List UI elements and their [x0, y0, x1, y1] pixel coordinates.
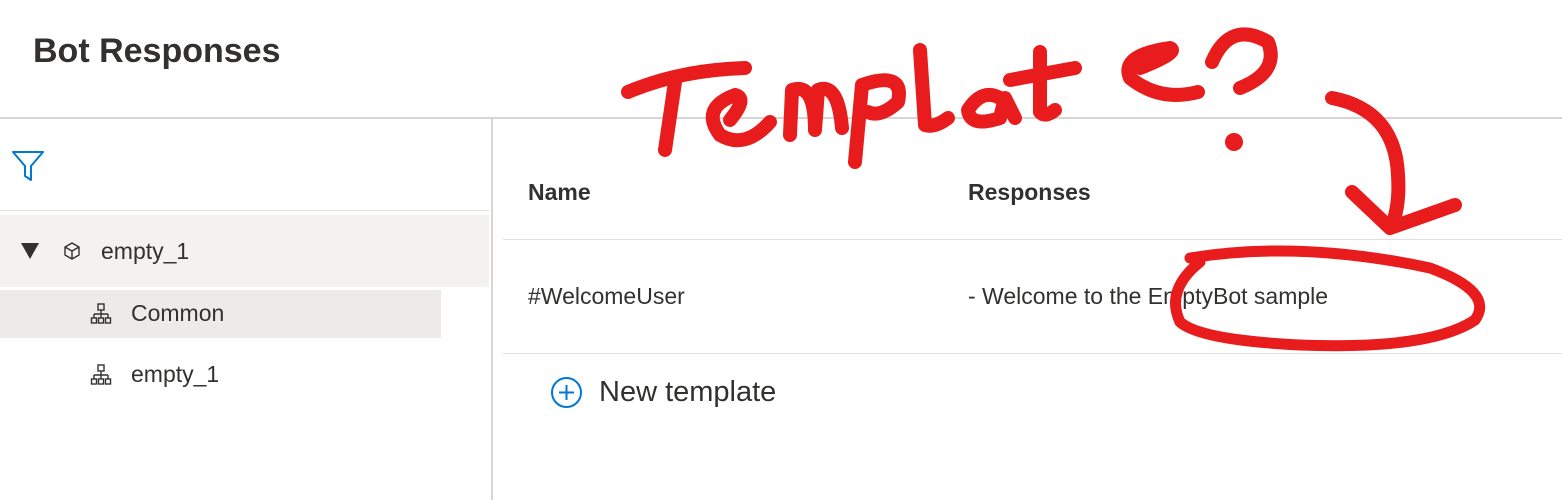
- add-circle-icon: [551, 377, 582, 408]
- new-template-label: New template: [599, 376, 777, 408]
- table-divider: [503, 353, 1562, 354]
- tree-item-empty-1[interactable]: empty_1: [0, 351, 441, 399]
- new-template-button[interactable]: New template: [550, 376, 776, 409]
- tree-item-common[interactable]: Common: [0, 290, 441, 338]
- org-chart-icon: [90, 303, 112, 324]
- cube-icon: [64, 242, 80, 260]
- cell-response[interactable]: - Welcome to the EmptyBot sample: [968, 283, 1508, 310]
- sidebar-divider: [0, 210, 489, 211]
- cell-template-name[interactable]: #WelcomeUser: [528, 283, 685, 310]
- filter-button[interactable]: [10, 149, 46, 183]
- tree-item-root[interactable]: empty_1: [0, 215, 489, 287]
- sidebar: empty_1 Common empty_1: [0, 119, 493, 500]
- org-chart-icon: [90, 364, 112, 385]
- table-row[interactable]: #WelcomeUser - Welcome to the EmptyBot s…: [503, 240, 1562, 353]
- tree-item-label: Common: [131, 300, 225, 326]
- tree-item-label: empty_1: [101, 238, 190, 264]
- caret-down-icon[interactable]: [20, 241, 40, 261]
- responses-table: Name Responses #WelcomeUser - Welcome to…: [495, 119, 1562, 500]
- page-title: Bot Responses: [33, 32, 281, 70]
- tree-item-label: empty_1: [131, 361, 220, 387]
- page-header: Bot Responses: [0, 0, 1562, 119]
- column-header-responses[interactable]: Responses: [968, 179, 1091, 206]
- column-header-name[interactable]: Name: [528, 179, 591, 206]
- filter-icon: [12, 151, 44, 181]
